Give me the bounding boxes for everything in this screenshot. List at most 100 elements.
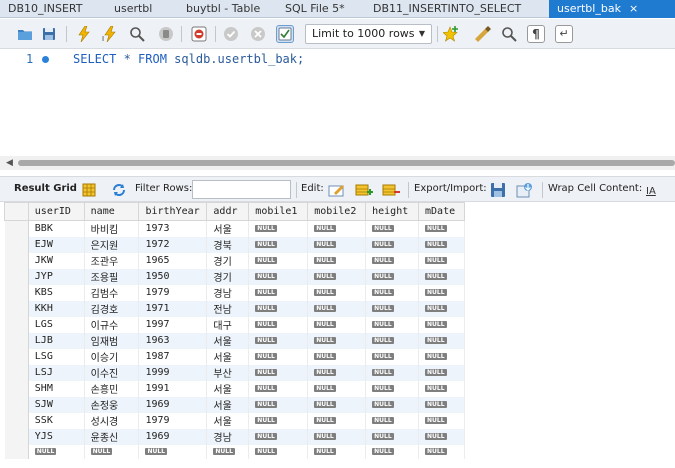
grid-cell-name[interactable]: 바비킴 bbox=[84, 220, 140, 237]
grid-cell-userid[interactable]: LSJ bbox=[28, 364, 85, 381]
grid-cell-height[interactable]: NULL bbox=[365, 316, 420, 333]
grid-cell-mobile2[interactable]: NULL bbox=[307, 412, 367, 429]
table-row[interactable]: LSG 이승기 1987 서울 NULL NULL NULL NULL bbox=[4, 348, 465, 365]
grid-cell-mdate[interactable]: NULL bbox=[418, 348, 465, 365]
grid-cell-addr[interactable]: 서울 bbox=[206, 396, 250, 413]
grid-cell-height[interactable]: NULL bbox=[365, 396, 420, 413]
column-header-mobile1[interactable]: mobile1 bbox=[248, 202, 309, 221]
grid-cell-addr[interactable]: 서울 bbox=[206, 412, 250, 429]
find-icon[interactable] bbox=[500, 25, 518, 43]
save-icon[interactable] bbox=[40, 25, 58, 43]
tab-close-icon[interactable]: × bbox=[629, 0, 638, 17]
grid-cell-userid[interactable]: YJS bbox=[28, 428, 85, 445]
grid-cell-userid[interactable]: EJW bbox=[28, 236, 85, 253]
stop-icon[interactable] bbox=[157, 25, 175, 43]
grid-cell-name[interactable]: 김경호 bbox=[84, 300, 140, 317]
grid-cell-userid[interactable]: SHM bbox=[28, 380, 85, 397]
grid-cell-mobile1[interactable]: NULL bbox=[248, 332, 309, 349]
row-header[interactable] bbox=[4, 396, 29, 413]
new-row-cell[interactable]: NULL bbox=[138, 444, 208, 459]
grid-cell-mdate[interactable]: NULL bbox=[418, 428, 465, 445]
grid-cell-height[interactable]: NULL bbox=[365, 428, 420, 445]
grid-cell-mobile2[interactable]: NULL bbox=[307, 364, 367, 381]
grid-cell-mobile2[interactable]: NULL bbox=[307, 236, 367, 253]
grid-cell-mdate[interactable]: NULL bbox=[418, 220, 465, 237]
table-row[interactable]: JKW 조관우 1965 경기 NULL NULL NULL NULL bbox=[4, 252, 465, 269]
export-icon[interactable] bbox=[490, 181, 508, 198]
grid-cell-height[interactable]: NULL bbox=[365, 364, 420, 381]
grid-cell-mdate[interactable]: NULL bbox=[418, 284, 465, 301]
explain-icon[interactable] bbox=[128, 25, 146, 43]
grid-cell-height[interactable]: NULL bbox=[365, 380, 420, 397]
grid-cell-height[interactable]: NULL bbox=[365, 348, 420, 365]
sql-code-line[interactable]: SELECT * FROM sqldb.usertbl_bak; bbox=[73, 52, 304, 66]
grid-cell-mobile1[interactable]: NULL bbox=[248, 348, 309, 365]
execute-icon[interactable] bbox=[75, 25, 93, 43]
execute-current-icon[interactable]: I bbox=[101, 25, 119, 43]
grid-cell-addr[interactable]: 경기 bbox=[206, 252, 250, 269]
grid-cell-mobile1[interactable]: NULL bbox=[248, 236, 309, 253]
grid-cell-userid[interactable]: KKH bbox=[28, 300, 85, 317]
grid-cell-birthyear[interactable]: 1950 bbox=[138, 268, 208, 285]
row-header-corner[interactable] bbox=[4, 202, 29, 221]
bookmark-icon[interactable] bbox=[442, 25, 460, 43]
new-row-cell[interactable]: NULL bbox=[206, 444, 250, 459]
grid-cell-mdate[interactable]: NULL bbox=[418, 300, 465, 317]
table-row[interactable]: LSJ 이수진 1999 부산 NULL NULL NULL NULL bbox=[4, 364, 465, 381]
grid-cell-mobile1[interactable]: NULL bbox=[248, 316, 309, 333]
table-row[interactable]: KBS 김범수 1979 경남 NULL NULL NULL NULL bbox=[4, 284, 465, 301]
row-header[interactable] bbox=[4, 284, 29, 301]
grid-cell-userid[interactable]: JYP bbox=[28, 268, 85, 285]
tab-sql-file-5[interactable]: SQL File 5* bbox=[277, 0, 365, 18]
grid-cell-addr[interactable]: 경기 bbox=[206, 268, 250, 285]
grid-cell-userid[interactable]: SJW bbox=[28, 396, 85, 413]
row-header[interactable] bbox=[4, 236, 29, 253]
table-row[interactable]: SJW 손정웅 1969 서울 NULL NULL NULL NULL bbox=[4, 396, 465, 413]
grid-cell-height[interactable]: NULL bbox=[365, 268, 420, 285]
open-folder-icon[interactable] bbox=[16, 25, 34, 43]
row-header[interactable] bbox=[4, 220, 29, 237]
wrap-cell-icon[interactable]: IA bbox=[643, 181, 661, 198]
grid-cell-birthyear[interactable]: 1963 bbox=[138, 332, 208, 349]
grid-cell-birthyear[interactable]: 1971 bbox=[138, 300, 208, 317]
grid-cell-mdate[interactable]: NULL bbox=[418, 252, 465, 269]
result-grid[interactable]: userID name birthYear addr mobile1 mobil… bbox=[4, 202, 465, 459]
grid-cell-addr[interactable]: 서울 bbox=[206, 332, 250, 349]
grid-cell-birthyear[interactable]: 1969 bbox=[138, 396, 208, 413]
grid-cell-userid[interactable]: KBS bbox=[28, 284, 85, 301]
grid-cell-birthyear[interactable]: 1973 bbox=[138, 220, 208, 237]
grid-cell-birthyear[interactable]: 1965 bbox=[138, 252, 208, 269]
autocommit-icon[interactable] bbox=[276, 25, 294, 43]
row-header[interactable] bbox=[4, 252, 29, 269]
grid-cell-mdate[interactable]: NULL bbox=[418, 396, 465, 413]
grid-cell-mobile1[interactable]: NULL bbox=[248, 412, 309, 429]
grid-cell-mobile1[interactable]: NULL bbox=[248, 380, 309, 397]
tab-buytbl-table[interactable]: buytbl - Table bbox=[178, 0, 277, 18]
grid-cell-name[interactable]: 조관우 bbox=[84, 252, 140, 269]
row-header[interactable] bbox=[4, 444, 29, 459]
grid-cell-mobile2[interactable]: NULL bbox=[307, 316, 367, 333]
column-header-mobile2[interactable]: mobile2 bbox=[307, 202, 367, 221]
grid-cell-addr[interactable]: 경북 bbox=[206, 236, 250, 253]
rollback-icon[interactable] bbox=[249, 25, 267, 43]
grid-cell-name[interactable]: 은지원 bbox=[84, 236, 140, 253]
grid-cell-mobile2[interactable]: NULL bbox=[307, 428, 367, 445]
row-header[interactable] bbox=[4, 428, 29, 445]
row-header[interactable] bbox=[4, 332, 29, 349]
grid-cell-mdate[interactable]: NULL bbox=[418, 332, 465, 349]
grid-cell-mobile1[interactable]: NULL bbox=[248, 300, 309, 317]
grid-cell-birthyear[interactable]: 1972 bbox=[138, 236, 208, 253]
grid-cell-mobile2[interactable]: NULL bbox=[307, 284, 367, 301]
grid-cell-mobile1[interactable]: NULL bbox=[248, 268, 309, 285]
new-row-cell[interactable]: NULL bbox=[307, 444, 367, 459]
table-row[interactable]: SSK 성시경 1979 서울 NULL NULL NULL NULL bbox=[4, 412, 465, 429]
editor-horizontal-scrollbar[interactable]: ◀ bbox=[0, 156, 675, 170]
grid-cell-height[interactable]: NULL bbox=[365, 236, 420, 253]
table-row[interactable]: LJB 임재범 1963 서울 NULL NULL NULL NULL bbox=[4, 332, 465, 349]
row-header[interactable] bbox=[4, 380, 29, 397]
delete-row-icon[interactable] bbox=[382, 181, 400, 198]
grid-cell-name[interactable]: 이규수 bbox=[84, 316, 140, 333]
toggle-error-icon[interactable] bbox=[190, 25, 208, 43]
invisible-chars-icon[interactable]: ¶ bbox=[527, 25, 545, 43]
grid-cell-mobile2[interactable]: NULL bbox=[307, 380, 367, 397]
